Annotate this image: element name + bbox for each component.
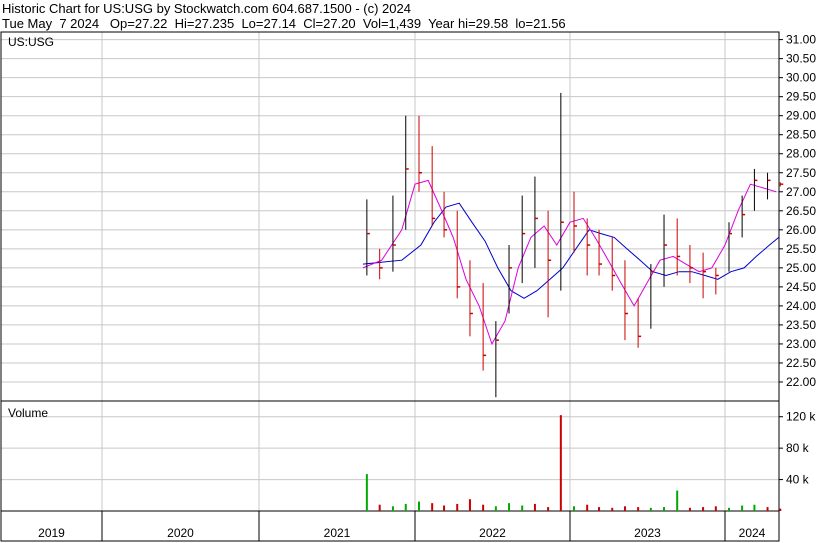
price-tick-label: 27.50: [786, 166, 816, 180]
volume-bar: [586, 504, 589, 511]
price-tick-label: 30.00: [786, 71, 816, 85]
price-tick-label: 25.00: [786, 261, 816, 275]
price-tick-label: 27.00: [786, 185, 816, 199]
stock-chart: US:USG Volume 22.0022.5023.0023.5024.002…: [0, 31, 816, 542]
price-tick-label: 25.50: [786, 242, 816, 256]
volume-bar: [456, 503, 459, 511]
volume-bar: [676, 490, 679, 511]
ohlc-bar: [689, 245, 693, 284]
year-axis: 2019 2020 2021 2022 2023 2024: [38, 511, 766, 541]
volume-bar: [623, 506, 626, 511]
volume-bar: [688, 507, 691, 511]
price-panel-label: US:USG: [8, 35, 54, 49]
year-label: 2024: [739, 526, 766, 540]
ohlc-bar: [676, 218, 681, 276]
price-tick-label: 24.50: [786, 280, 816, 294]
ohlc-bar: [392, 195, 396, 272]
year-label: 2023: [634, 526, 661, 540]
ma-long-line: [362, 202, 780, 299]
year-label: 2019: [38, 526, 65, 540]
volume-bar: [753, 504, 756, 511]
volume-bar: [494, 506, 497, 511]
volume-bar: [533, 503, 536, 511]
year-label: 2022: [479, 526, 506, 540]
price-grid: [1, 32, 779, 401]
volume-bar: [766, 507, 769, 511]
price-panel-frame: [0, 31, 780, 402]
ohlc-bar: [753, 168, 758, 211]
volume-bar: [611, 507, 614, 511]
ohlc-bar: [379, 248, 383, 280]
volume-bar: [521, 505, 524, 511]
ohlc-bar: [521, 195, 526, 284]
volume-bar: [508, 503, 511, 511]
volume-bar: [649, 507, 652, 511]
year-axis-frame: [0, 510, 780, 542]
ohlc-bar: [573, 191, 577, 253]
volume-bar: [547, 507, 550, 511]
price-tick-label: 23.00: [786, 337, 816, 351]
ohlc-bar: [598, 229, 603, 276]
price-tick-label: 22.50: [786, 356, 816, 370]
ohlc-bar: [443, 191, 448, 238]
ohlc-bar: [508, 245, 513, 314]
volume-bar: [559, 415, 562, 511]
volume-tick-label: 40 k: [786, 473, 810, 487]
ohlc-bar: [715, 267, 719, 295]
volume-bar: [378, 504, 381, 511]
price-tick-label: 29.00: [786, 109, 816, 123]
volume-bar: [468, 499, 471, 511]
price-tick-label: 30.50: [786, 52, 816, 66]
volume-bar: [418, 501, 420, 511]
price-tick-label: 31.00: [786, 33, 816, 47]
ohlc-bar: [663, 214, 668, 287]
volume-tick-label: 120 k: [786, 410, 816, 424]
price-tick-label: 26.00: [786, 223, 816, 237]
ohlc-bar: [779, 182, 784, 187]
volume-bar: [365, 474, 368, 511]
volume-panel-frame: [0, 400, 780, 512]
volume-bar: [431, 503, 434, 511]
price-tick-label: 22.00: [786, 375, 816, 389]
price-tick-label: 24.00: [786, 299, 816, 313]
volume-bar: [741, 505, 744, 511]
ohlc-bar: [547, 210, 552, 318]
volume-bar: [443, 505, 446, 511]
volume-panel-label: Volume: [8, 406, 48, 420]
volume-bar: [728, 507, 730, 511]
ohlc-bar: [534, 176, 538, 268]
price-tick-label: 28.00: [786, 147, 816, 161]
volume-tick-label: 80 k: [786, 441, 810, 455]
volume-bars: [365, 415, 782, 511]
volume-bar: [637, 507, 640, 511]
volume-grid: [1, 401, 779, 511]
ohlc-bar: [624, 260, 628, 341]
price-tick-label: 28.50: [786, 128, 816, 142]
price-tick-label: 26.50: [786, 204, 816, 218]
price-tick-label: 23.50: [786, 318, 816, 332]
ohlc-bar: [741, 195, 746, 238]
price-tick-label: 29.50: [786, 90, 816, 104]
volume-bar: [598, 507, 601, 511]
volume-bar: [391, 506, 394, 511]
year-label: 2020: [167, 526, 194, 540]
volume-axis: 40 k 80 k 120 k: [779, 410, 816, 487]
ohlc-bar: [431, 146, 436, 227]
year-label: 2021: [324, 526, 351, 540]
ohlc-bar: [611, 237, 616, 291]
ohlc-bar: [767, 172, 771, 200]
volume-bar: [404, 503, 407, 511]
price-axis: 22.00 22.50 23.00 23.50 24.00 24.50 25.00 25.50…: [779, 33, 816, 389]
volume-bar: [663, 507, 666, 511]
volume-bar: [702, 507, 705, 511]
ohlc-bars: [366, 92, 784, 398]
moving-average-long: [362, 202, 780, 299]
volume-bar: [714, 506, 717, 511]
volume-bar: [779, 508, 782, 511]
volume-bar: [573, 506, 575, 511]
volume-bar: [482, 504, 485, 511]
